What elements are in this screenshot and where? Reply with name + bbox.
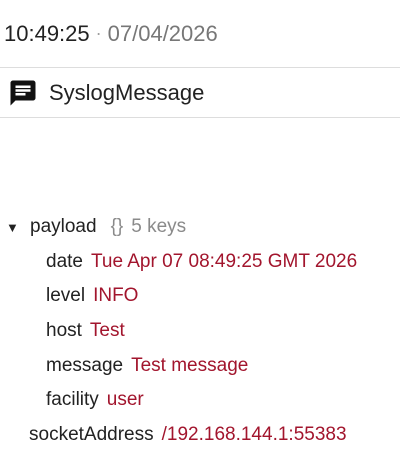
tree-entry-level: level INFO	[0, 279, 400, 314]
message-date: 07/04/2026	[107, 20, 218, 46]
socket-address-node: socketAddress /192.168.144.1:55383	[0, 418, 400, 453]
payload-key: payload	[30, 216, 97, 238]
socket-address-value: /192.168.144.1:55383	[161, 423, 347, 445]
message-time: 10:49:25	[4, 20, 90, 46]
entry-value: user	[106, 389, 144, 411]
entry-value: Test	[89, 320, 125, 342]
tree-entry-date: date Tue Apr 07 08:49:25 GMT 2026	[0, 245, 400, 280]
payload-tree: ▼ payload {} 5 keys date Tue Apr 07 08:49…	[0, 210, 400, 452]
entry-value: Test message	[131, 354, 249, 376]
entry-key: message	[46, 354, 124, 376]
timestamp-separator: ·	[95, 23, 102, 43]
message-header: SyslogMessage	[0, 68, 400, 118]
object-braces-icon: {}	[110, 216, 124, 238]
payload-node[interactable]: ▼ payload {} 5 keys	[0, 210, 400, 245]
entry-value: Tue Apr 07 08:49:25 GMT 2026	[90, 250, 358, 272]
tree-entry-facility: facility user	[0, 383, 400, 418]
entry-value: INFO	[93, 285, 139, 307]
entry-key: date	[46, 250, 83, 272]
tree-entry-host: host Test	[0, 314, 400, 349]
message-type-title: SyslogMessage	[49, 79, 205, 105]
entry-key: facility	[46, 389, 99, 411]
payload-key-count: 5 keys	[131, 216, 187, 238]
entry-key: level	[46, 285, 86, 307]
timestamp-bar: 10:49:25 · 07/04/2026	[0, 0, 400, 68]
collapse-caret-icon[interactable]: ▼	[6, 220, 22, 235]
tree-entry-message: message Test message	[0, 348, 400, 383]
socket-address-key: socketAddress	[29, 423, 154, 445]
payload-meta: {} 5 keys	[111, 216, 187, 238]
message-icon	[8, 78, 38, 108]
entry-key: host	[46, 320, 82, 342]
